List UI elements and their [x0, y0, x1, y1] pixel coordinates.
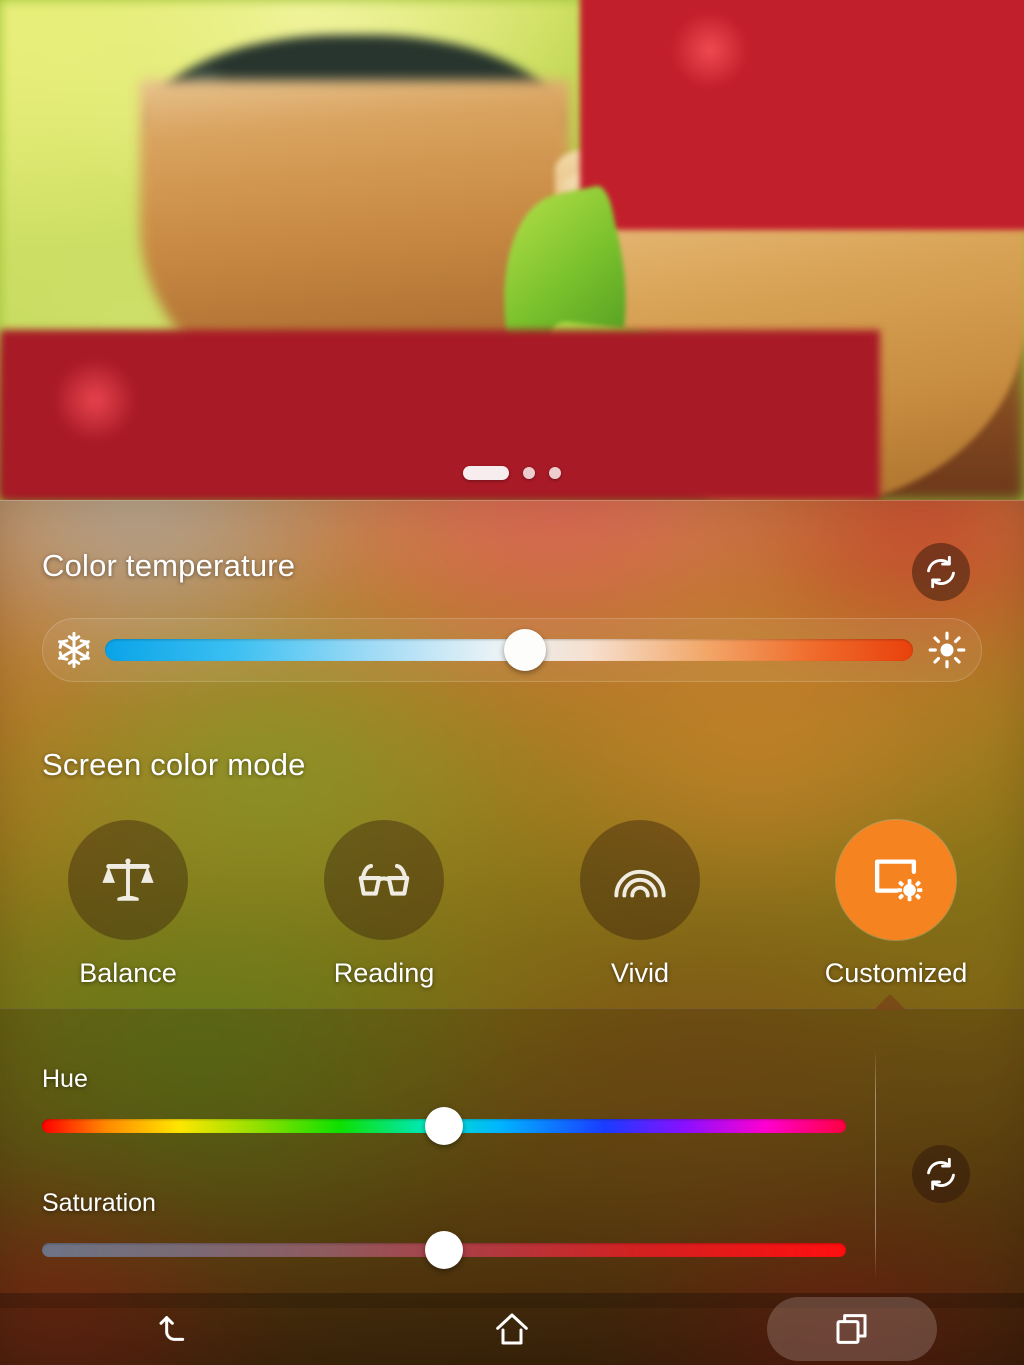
nav-home-button[interactable]: [427, 1293, 597, 1365]
nav-recents-button[interactable]: [767, 1293, 937, 1365]
mode-button-reading[interactable]: Reading: [256, 820, 512, 989]
hue-slider-row: Hue: [42, 1065, 846, 1145]
page-dot-active[interactable]: [463, 466, 509, 480]
home-icon: [492, 1309, 532, 1349]
customized-settings-panel: Hue Saturation: [0, 994, 1024, 1308]
color-temperature-title: Color temperature: [42, 548, 296, 583]
hue-label: Hue: [42, 1065, 88, 1093]
mode-button-balance[interactable]: Balance: [0, 820, 256, 989]
page-indicator: [0, 466, 1024, 480]
mode-label: Customized: [824, 958, 968, 988]
saturation-thumb[interactable]: [425, 1231, 463, 1269]
hue-slider[interactable]: [42, 1107, 846, 1145]
saturation-label: Saturation: [42, 1189, 156, 1217]
back-arrow-icon: [152, 1309, 192, 1349]
saturation-slider[interactable]: [42, 1231, 846, 1269]
refresh-icon: [924, 555, 958, 589]
page-dot[interactable]: [523, 467, 535, 479]
mode-button-customized[interactable]: Customized: [768, 820, 1024, 989]
mode-button-vivid[interactable]: Vivid: [512, 820, 768, 989]
hue-thumb[interactable]: [425, 1107, 463, 1145]
mode-icon-circle: [836, 820, 956, 940]
device-screen: Color temperature Screen color mode Bala…: [0, 0, 1024, 1365]
mode-label: Balance: [79, 958, 177, 988]
color-temperature-slider[interactable]: [42, 618, 982, 682]
selected-mode-caret: [874, 994, 906, 1010]
nav-back-button[interactable]: [87, 1293, 257, 1365]
saturation-slider-row: Saturation: [42, 1189, 846, 1269]
splendid-settings-panel: Color temperature Screen color mode Bala…: [0, 500, 1024, 1365]
mode-icon-circle: [324, 820, 444, 940]
refresh-icon: [924, 1157, 958, 1191]
mode-icon-circle: [68, 820, 188, 940]
panel-top-divider: [0, 500, 1024, 501]
customized-reset-button[interactable]: [912, 1145, 970, 1203]
balance-scale-icon: [99, 851, 157, 909]
mode-label: Vivid: [610, 958, 670, 988]
screen-color-mode-title: Screen color mode: [42, 747, 306, 782]
snowflake-icon: [43, 631, 105, 669]
vertical-divider: [875, 1049, 876, 1279]
wallpaper-photo: [0, 0, 1024, 500]
color-temperature-reset-button[interactable]: [912, 543, 970, 601]
screen-color-mode-options: Balance Reading Vivid Customized: [0, 820, 1024, 989]
color-temperature-thumb[interactable]: [504, 629, 547, 671]
rainbow-icon: [611, 851, 669, 909]
screen-gear-icon: [867, 851, 925, 909]
color-temperature-track-area[interactable]: [105, 618, 913, 682]
eyeglasses-icon: [355, 851, 413, 909]
sun-icon: [913, 631, 981, 669]
page-dot[interactable]: [549, 467, 561, 479]
recents-icon: [832, 1309, 872, 1349]
photo-raspberries-in-bowl: [580, 0, 1024, 230]
mode-label: Reading: [333, 958, 435, 988]
android-navigation-bar: [0, 1293, 1024, 1365]
mode-icon-circle: [580, 820, 700, 940]
